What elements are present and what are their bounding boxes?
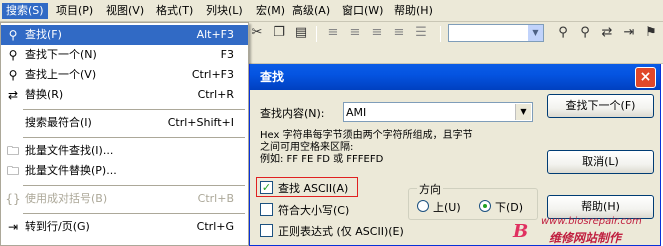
- menu-item-label: 搜索最符合(I): [25, 116, 92, 129]
- menu-help[interactable]: 帮助(H): [390, 3, 437, 19]
- close-icon[interactable]: ×: [635, 67, 656, 88]
- menu-item-label: 批量文件查找(I)...: [25, 144, 114, 157]
- dialog-title: 查找: [250, 64, 660, 90]
- menu-format[interactable]: 格式(T): [152, 3, 197, 19]
- menu-item-replace[interactable]: ⇄ 替换(R) Ctrl+R: [1, 85, 248, 105]
- direction-label: 方向: [417, 181, 443, 197]
- folder-replace-icon: 🗀: [6, 164, 19, 178]
- watermark-text: 维修网站制作: [549, 231, 622, 245]
- bookmark-icon[interactable]: ⚑: [642, 24, 660, 42]
- regex-label: 正则表达式 (仅 ASCII)(E): [278, 225, 404, 238]
- watermark-url: www.biosrepair.com: [541, 216, 642, 227]
- list-icon[interactable]: ☰: [412, 24, 430, 42]
- match-case-checkbox[interactable]: [260, 203, 273, 216]
- menu-macro[interactable]: 宏(M): [252, 3, 289, 19]
- direction-up-radio[interactable]: [417, 200, 429, 212]
- binoculars-icon[interactable]: ⚲: [554, 24, 572, 42]
- menu-item-batch-replace[interactable]: 🗀 批量文件替换(P)...: [1, 161, 248, 181]
- replace-icon[interactable]: ⇄: [598, 24, 616, 42]
- menu-item-shortcut: Ctrl+G: [196, 220, 234, 233]
- justify-icon[interactable]: ≡: [390, 24, 408, 42]
- paste-icon[interactable]: ▤: [292, 24, 310, 42]
- menu-item-find-prev[interactable]: ⚲ 查找上一个(V) Ctrl+F3: [1, 65, 248, 85]
- menu-window[interactable]: 窗口(W): [338, 3, 387, 19]
- menu-search[interactable]: 搜索(S): [2, 3, 48, 19]
- menu-item-best-match[interactable]: 搜索最符合(I) Ctrl+Shift+I: [1, 113, 248, 133]
- menu-item-label: 查找下一个(N): [25, 48, 97, 61]
- direction-up-label: 上(U): [433, 201, 461, 214]
- cancel-button[interactable]: 取消(L): [547, 150, 654, 174]
- watermark-logo: B: [513, 221, 529, 242]
- menu-item-shortcut: Ctrl+Shift+I: [167, 116, 234, 129]
- menu-item-shortcut: Ctrl+R: [197, 88, 234, 101]
- cut-icon[interactable]: ✂: [248, 24, 266, 42]
- menu-advanced[interactable]: 高级(A): [288, 3, 334, 19]
- search-menu: ⚲ 查找(F) Alt+F3 ⚲ 查找下一个(N) F3 ⚲ 查找上一个(V) …: [0, 22, 249, 246]
- menu-view[interactable]: 视图(V): [102, 3, 148, 19]
- menu-item-label: 查找(F): [25, 28, 62, 41]
- menu-separator: [23, 137, 245, 138]
- find-next-icon[interactable]: ⚲: [576, 24, 594, 42]
- find-next-icon: ⚲: [8, 48, 18, 62]
- folder-find-icon: 🗀: [6, 144, 19, 158]
- menu-project[interactable]: 项目(P): [52, 3, 97, 19]
- toolbar: ✂ ❐ ▤ ≡ ≡ ≡ ≡ ☰ ▼ ⚲ ⚲ ⇄ ⇥ ⚑: [240, 22, 663, 64]
- menu-item-find[interactable]: ⚲ 查找(F) Alt+F3: [1, 25, 248, 45]
- hex-hint-example: 例如: FF FE FD 或 FFFEFD: [260, 154, 384, 165]
- menu-separator: [23, 213, 245, 214]
- menu-separator: [23, 185, 245, 186]
- menu-item-shortcut: Alt+F3: [196, 28, 234, 41]
- find-prev-icon: ⚲: [8, 68, 18, 82]
- find-label: 查找内容(N):: [260, 107, 325, 120]
- toolbar-separator: [440, 26, 441, 42]
- copy-icon[interactable]: ❐: [270, 24, 288, 42]
- toolbar-separator: [316, 26, 317, 42]
- find-input[interactable]: [346, 104, 514, 120]
- find-ascii-checkbox[interactable]: ✓: [260, 181, 273, 194]
- find-combo[interactable]: ▼: [343, 102, 533, 122]
- menu-item-shortcut: Ctrl+B: [197, 192, 234, 205]
- menu-item-label: 查找上一个(V): [25, 68, 97, 81]
- goto-icon[interactable]: ⇥: [620, 24, 638, 42]
- align-right-icon[interactable]: ≡: [368, 24, 386, 42]
- menu-bar: 搜索(S) 项目(P) 视图(V) 格式(T) 列块(L) 宏(M) 高级(A)…: [0, 0, 663, 22]
- chevron-down-icon[interactable]: ▼: [515, 104, 531, 120]
- menu-item-find-next[interactable]: ⚲ 查找下一个(N) F3: [1, 45, 248, 65]
- menu-separator: [23, 109, 245, 110]
- align-left-icon[interactable]: ≡: [324, 24, 342, 42]
- goto-icon: ⇥: [7, 220, 19, 234]
- find-ascii-label: 查找 ASCII(A): [278, 182, 349, 195]
- toolbar-combo[interactable]: ▼: [448, 24, 544, 42]
- menu-item-label: 转到行/页(G): [25, 220, 90, 233]
- direction-down-radio[interactable]: [479, 200, 491, 212]
- menu-item-label: 使用成对括号(B): [25, 192, 108, 205]
- menu-column[interactable]: 列块(L): [202, 3, 247, 19]
- replace-icon: ⇄: [7, 88, 19, 102]
- menu-item-label: 批量文件替换(P)...: [25, 164, 117, 177]
- menu-item-shortcut: F3: [220, 48, 234, 61]
- align-center-icon[interactable]: ≡: [346, 24, 364, 42]
- find-next-button[interactable]: 查找下一个(F): [547, 94, 654, 118]
- menu-item-goto[interactable]: ⇥ 转到行/页(G) Ctrl+G: [1, 217, 248, 237]
- binoculars-icon: ⚲: [8, 28, 18, 42]
- menu-item-shortcut: Ctrl+F3: [191, 68, 234, 81]
- menu-item-label: 替换(R): [25, 88, 64, 101]
- regex-checkbox[interactable]: [260, 224, 273, 237]
- match-case-label: 符合大小写(C): [278, 204, 350, 217]
- direction-down-label: 下(D): [495, 201, 524, 214]
- bracket-match-icon: {}: [5, 192, 21, 206]
- menu-item-match-brackets: {} 使用成对括号(B) Ctrl+B: [1, 189, 248, 209]
- menu-item-batch-find[interactable]: 🗀 批量文件查找(I)...: [1, 141, 248, 161]
- chevron-down-icon: ▼: [528, 25, 543, 41]
- watermark: B www.biosrepair.com 维修网站制作: [509, 215, 663, 245]
